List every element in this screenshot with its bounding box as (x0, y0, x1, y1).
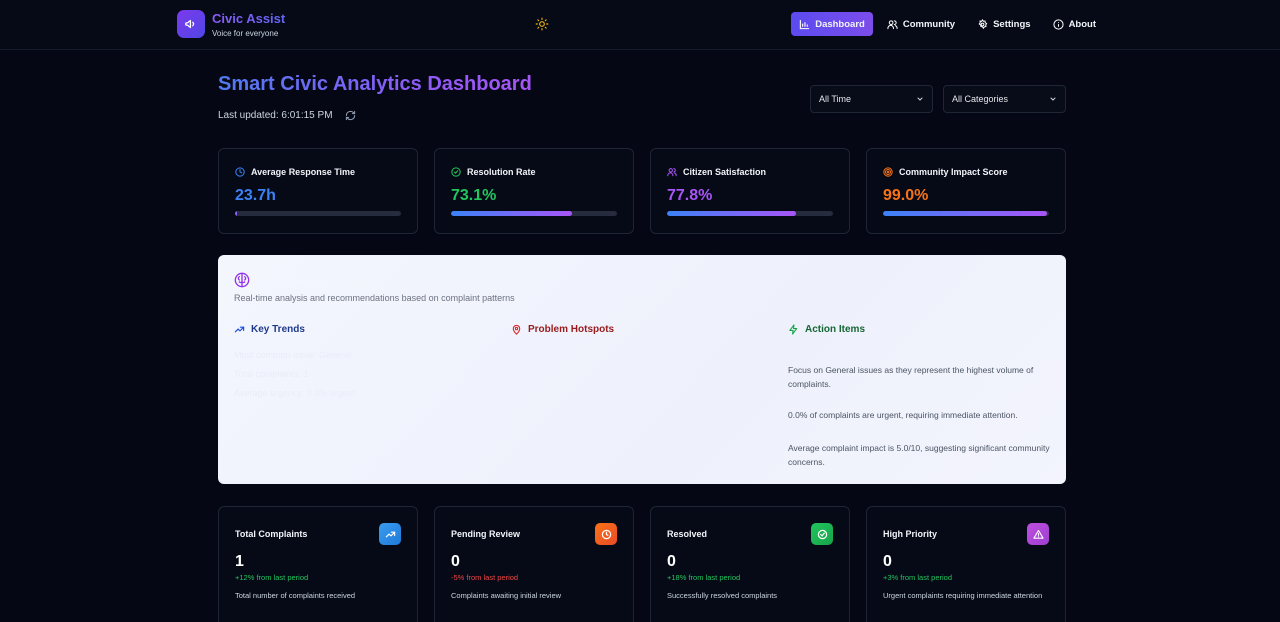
stat-value: 77.8% (667, 187, 713, 204)
problem-hotspots-heading: Problem Hotspots (511, 324, 614, 335)
megaphone-icon (177, 10, 205, 38)
target-icon (883, 167, 893, 177)
kpi-label: High Priority (883, 529, 938, 539)
insights-title: AI-Powered Insights (234, 272, 381, 288)
kpi-label: Resolved (667, 529, 708, 539)
clock-icon (235, 167, 245, 177)
category-filter-select[interactable]: All Categories (943, 85, 1066, 113)
kpi-label: Total Complaints (235, 529, 308, 539)
brain-icon (234, 272, 250, 288)
kpi-change: +3% from last period (883, 573, 952, 582)
map-pin-icon (512, 324, 521, 335)
stat-card-response-time: Average Response Time 23.7h (218, 148, 418, 234)
progress-bar (235, 211, 401, 216)
last-updated-text: Last updated: 6:01:15 PM (218, 110, 333, 121)
trending-up-icon (234, 326, 245, 333)
kpi-card-pending-review: Pending Review 0 -5% from last period Co… (434, 506, 634, 622)
nav-dashboard-label: Dashboard (815, 18, 865, 30)
bar-chart-icon (800, 19, 810, 29)
stat-card-resolution-rate: Resolution Rate 73.1% (434, 148, 634, 234)
action-items-label: Action Items (805, 324, 866, 335)
kpi-description: Successfully resolved complaints (667, 591, 778, 600)
brand-subtitle: Voice for everyone (212, 28, 279, 38)
kpi-description: Complaints awaiting initial review (451, 591, 562, 600)
users-icon (887, 19, 898, 29)
nav-dashboard[interactable]: Dashboard (791, 12, 873, 36)
brand-title: Civic Assist (212, 10, 286, 26)
kpi-value: 1 (235, 553, 244, 570)
kpi-description: Total number of complaints received (235, 591, 356, 600)
key-trends-heading: Key Trends (234, 324, 305, 335)
trending-up-icon (379, 523, 401, 545)
progress-bar (451, 211, 617, 216)
kpi-card-resolved: Resolved 0 +18% from last period Success… (650, 506, 850, 622)
stat-card-citizen-satisfaction: Citizen Satisfaction 77.8% (650, 148, 850, 234)
progress-fill (451, 211, 573, 216)
check-circle-icon (451, 167, 461, 177)
insights-subtitle: Real-time analysis and recommendations b… (234, 293, 515, 303)
stat-value: 99.0% (883, 187, 929, 204)
nav-community[interactable]: Community (879, 12, 963, 36)
nav-settings-label: Settings (993, 18, 1031, 30)
stat-label: Average Response Time (251, 167, 356, 177)
kpi-label: Pending Review (451, 529, 521, 539)
alert-triangle-icon (1027, 523, 1049, 545)
nav-settings[interactable]: Settings (969, 12, 1038, 36)
stat-value: 73.1% (451, 187, 497, 204)
stat-label: Community Impact Score (899, 167, 1008, 177)
kpi-value: 0 (451, 553, 460, 570)
progress-fill (667, 211, 797, 216)
action-item: Average complaint impact is 5.0/10, sugg… (788, 443, 1050, 467)
sun-icon[interactable] (535, 17, 549, 31)
stat-label: Resolution Rate (467, 167, 536, 177)
brand[interactable]: Civic Assist Voice for everyone (177, 10, 285, 38)
kpi-value: 0 (883, 553, 892, 570)
nav-about-label: About (1068, 18, 1096, 30)
refresh-icon[interactable] (345, 110, 356, 121)
nav-about[interactable]: About (1045, 12, 1104, 36)
progress-fill (235, 211, 237, 216)
chevron-down-icon (917, 97, 923, 101)
kpi-value: 0 (667, 553, 676, 570)
stat-label: Citizen Satisfaction (683, 167, 767, 177)
gear-icon (978, 18, 988, 29)
time-filter-value: All Time (819, 94, 852, 104)
kpi-description: Urgent complaints requiring immediate at… (883, 591, 1043, 600)
users-icon (667, 168, 677, 177)
kpi-change: +12% from last period (235, 573, 309, 582)
nav-community-label: Community (902, 18, 956, 30)
progress-bar (883, 211, 1049, 216)
category-filter-value: All Categories (952, 94, 1009, 104)
top-nav: Civic Assist Voice for everyone Dashboar… (0, 0, 1280, 50)
info-icon (1052, 18, 1064, 30)
last-updated: Last updated: 6:01:15 PM (218, 110, 356, 121)
progress-fill (883, 211, 1048, 216)
action-item: Focus on General issues as they represen… (788, 365, 1034, 389)
clock-icon (595, 523, 617, 545)
trend-item: Total complaints: 1 (234, 369, 309, 379)
kpi-card-high-priority: High Priority 0 +3% from last period Urg… (866, 506, 1066, 622)
kpi-card-total-complaints: Total Complaints 1 +12% from last period… (218, 506, 418, 622)
problem-hotspots-label: Problem Hotspots (528, 324, 615, 335)
stat-value: 23.7h (235, 187, 276, 204)
kpi-change: +18% from last period (667, 573, 741, 582)
action-item: 0.0% of complaints are urgent, requiring… (788, 410, 1018, 420)
stat-card-impact-score: Community Impact Score 99.0% (866, 148, 1066, 234)
lightning-icon (789, 324, 798, 335)
action-items-heading: Action Items (788, 324, 865, 335)
ai-insights-panel: AI-Powered Insights Real-time analysis a… (218, 255, 1066, 484)
progress-bar (667, 211, 833, 216)
kpi-change: -5% from last period (451, 573, 519, 582)
time-filter-select[interactable]: All Time (810, 85, 933, 113)
chevron-down-icon (1050, 97, 1056, 101)
key-trends-label: Key Trends (251, 324, 305, 335)
trend-item: Average urgency: 0.0% urgent (234, 388, 356, 398)
insights-title-text: AI-Powered Insights (256, 272, 382, 288)
check-circle-icon (811, 523, 833, 545)
page-title: Smart Civic Analytics Dashboard (218, 73, 532, 95)
trend-item: Most common issue: General (234, 350, 352, 360)
